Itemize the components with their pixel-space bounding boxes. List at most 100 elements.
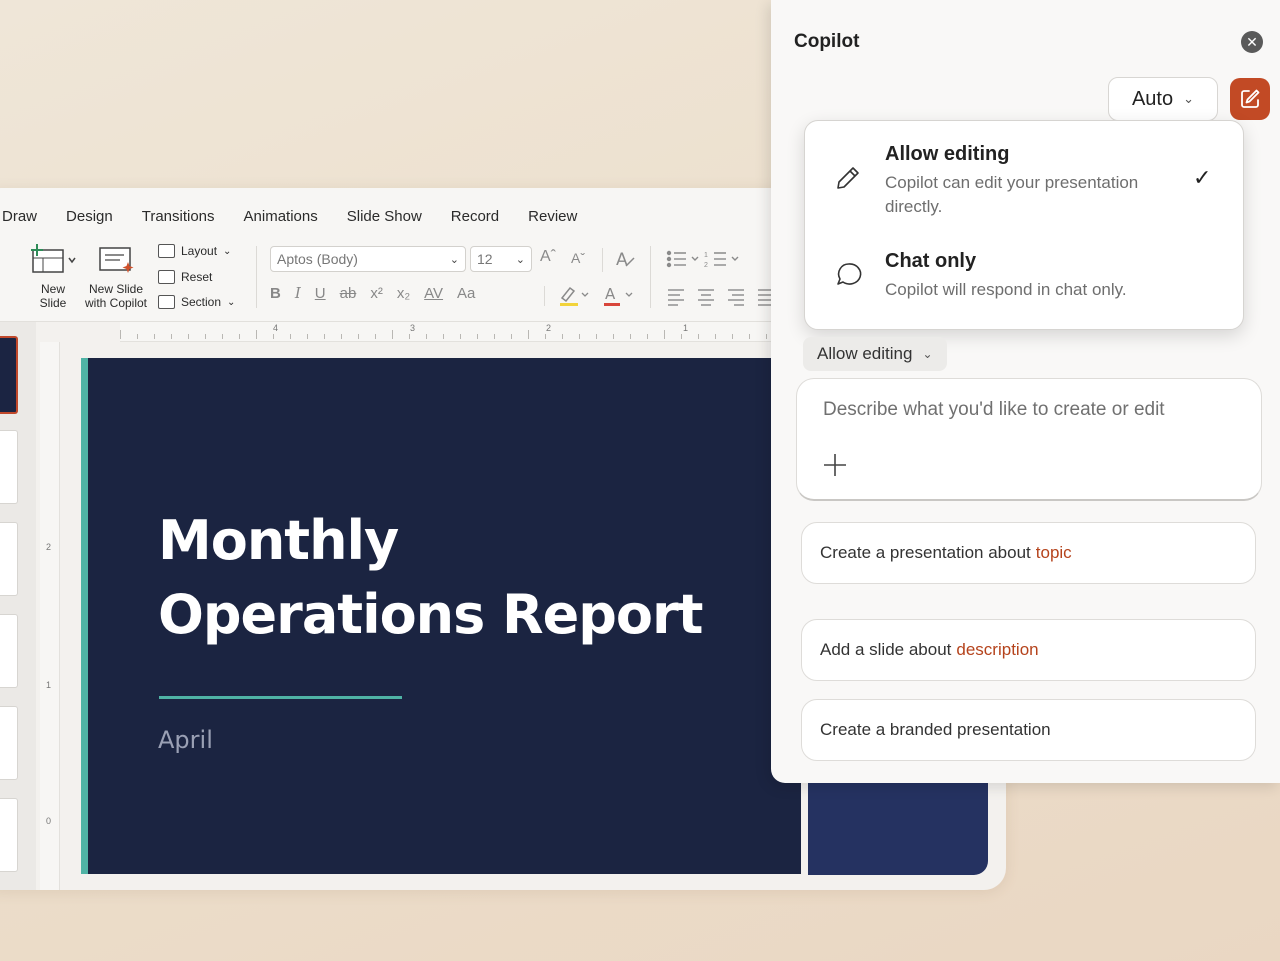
- grow-font-button[interactable]: Aˆ: [540, 248, 556, 266]
- ruler-tick: [137, 334, 138, 339]
- tab-slide-show[interactable]: Slide Show: [347, 208, 422, 225]
- menu-tabs: Draw Design Transitions Animations Slide…: [2, 208, 606, 225]
- ruler-tick: [562, 334, 563, 339]
- change-case-button[interactable]: Aa: [457, 285, 475, 302]
- ruler-number: 2: [546, 323, 552, 333]
- ruler-tick: [256, 330, 257, 339]
- ruler-tick: [341, 334, 342, 339]
- slide-thumbnail[interactable]: [0, 522, 18, 596]
- option-allow-editing[interactable]: Allow editing Copilot can edit your pres…: [805, 121, 1243, 225]
- tab-review[interactable]: Review: [528, 208, 577, 225]
- font-size-select[interactable]: 12 ⌄: [470, 246, 532, 272]
- new-slide-icon: [31, 244, 76, 273]
- list-buttons[interactable]: 1 2: [666, 248, 766, 270]
- ruler-tick: [358, 334, 359, 339]
- new-slide-copilot-label-1: New Slide: [88, 282, 144, 296]
- suggestion-branded-presentation[interactable]: Create a branded presentation: [801, 699, 1256, 761]
- ruler-tick: [698, 334, 699, 339]
- model-select[interactable]: Auto ⌄: [1108, 77, 1218, 121]
- ribbon-divider: [602, 248, 603, 272]
- font-size-value: 12: [477, 251, 493, 267]
- prompt-input[interactable]: Describe what you'd like to create or ed…: [796, 378, 1262, 501]
- svg-text:1: 1: [704, 252, 708, 259]
- slide-subtitle[interactable]: April: [158, 726, 213, 754]
- pencil-icon: [837, 167, 859, 189]
- suggestion-text: Create a branded presentation: [820, 720, 1051, 739]
- italic-button[interactable]: I: [295, 284, 301, 302]
- ruler-tick: [222, 334, 223, 339]
- new-slide-button[interactable]: New Slide: [28, 244, 78, 310]
- mode-selector-button[interactable]: Allow editing ⌄: [803, 337, 947, 371]
- chevron-down-icon: ⌄: [1183, 91, 1195, 106]
- tab-draw[interactable]: Draw: [2, 208, 37, 225]
- option-chat-only[interactable]: Chat only Copilot will respond in chat o…: [805, 227, 1243, 327]
- tab-animations[interactable]: Animations: [244, 208, 318, 225]
- svg-text:2: 2: [704, 262, 708, 269]
- ruler-number: 4: [273, 323, 279, 333]
- subscript-button[interactable]: x₂: [397, 285, 410, 302]
- ruler-tick: [613, 334, 614, 339]
- chevron-down-icon: ⌄: [922, 347, 933, 361]
- ruler-tick: [324, 334, 325, 339]
- section-label: Section: [181, 295, 222, 309]
- ruler-tick: [511, 334, 512, 339]
- option-name: Allow editing: [885, 143, 1010, 165]
- ruler-tick: [290, 334, 291, 339]
- new-slide-copilot-icon: [99, 247, 134, 273]
- superscript-button[interactable]: x²: [370, 285, 383, 302]
- ruler-number: 1: [683, 323, 689, 333]
- reset-button[interactable]: Reset: [158, 270, 212, 284]
- ruler-tick: [647, 334, 648, 339]
- character-spacing-button[interactable]: AV: [424, 285, 443, 302]
- underline-button[interactable]: U: [315, 285, 326, 302]
- new-chat-button[interactable]: [1230, 78, 1270, 120]
- compose-icon: [1241, 89, 1260, 108]
- alignment-buttons[interactable]: [666, 286, 776, 308]
- section-icon: [158, 295, 175, 309]
- slide-thumbnail-active[interactable]: [0, 336, 18, 414]
- slide-thumbnail[interactable]: [0, 614, 18, 688]
- ruler-tick: [205, 334, 206, 339]
- suggestion-add-slide[interactable]: Add a slide about description: [801, 619, 1256, 681]
- suggestion-text: Add a slide about: [820, 640, 952, 659]
- highlight-icon[interactable]: [558, 284, 592, 308]
- add-attachment-icon[interactable]: [823, 453, 847, 477]
- strikethrough-button[interactable]: ab: [340, 285, 357, 302]
- suggestion-create-presentation[interactable]: Create a presentation about topic: [801, 522, 1256, 584]
- slide-divider-line: [159, 696, 402, 699]
- chevron-down-icon: ⌄: [449, 253, 459, 266]
- ruler-tick: [154, 334, 155, 339]
- slide-thumbnail[interactable]: [0, 706, 18, 780]
- ruler-tick: [681, 334, 682, 339]
- chevron-down-icon: ⌄: [227, 296, 236, 308]
- font-color-icon[interactable]: A: [602, 284, 636, 308]
- ruler-tick: [664, 330, 665, 339]
- slide-thumbnail[interactable]: [0, 430, 18, 504]
- font-name-select[interactable]: Aptos (Body) ⌄: [270, 246, 466, 272]
- layout-button[interactable]: Layout ⌄: [158, 244, 231, 258]
- prompt-placeholder: Describe what you'd like to create or ed…: [823, 399, 1165, 420]
- tab-record[interactable]: Record: [451, 208, 499, 225]
- slide-canvas[interactable]: Monthly Operations Report April: [81, 358, 801, 874]
- new-slide-copilot-button[interactable]: New Slide with Copilot: [78, 244, 154, 310]
- bold-button[interactable]: B: [270, 285, 281, 302]
- shrink-font-button[interactable]: Aˇ: [571, 250, 585, 266]
- clear-formatting-icon[interactable]: A: [614, 248, 638, 270]
- chevron-down-icon: ⌄: [515, 253, 525, 266]
- option-name: Chat only: [885, 250, 977, 272]
- layout-label: Layout: [181, 244, 218, 258]
- tab-design[interactable]: Design: [66, 208, 113, 225]
- slide-title[interactable]: Monthly Operations Report: [158, 504, 758, 652]
- ruler-tick: [460, 334, 461, 339]
- tab-transitions[interactable]: Transitions: [142, 208, 215, 225]
- svg-text:A: A: [616, 250, 628, 270]
- new-slide-label-1: New: [40, 282, 65, 296]
- section-button[interactable]: Section ⌄: [158, 295, 235, 309]
- ruler-tick: [188, 334, 189, 339]
- suggestion-highlight: topic: [1035, 543, 1072, 562]
- reset-icon: [158, 270, 175, 284]
- close-icon[interactable]: ✕: [1241, 31, 1263, 53]
- slide-thumbnail[interactable]: [0, 798, 18, 872]
- ruler-number: 0: [46, 816, 52, 826]
- slide-thumbnails: [0, 322, 36, 890]
